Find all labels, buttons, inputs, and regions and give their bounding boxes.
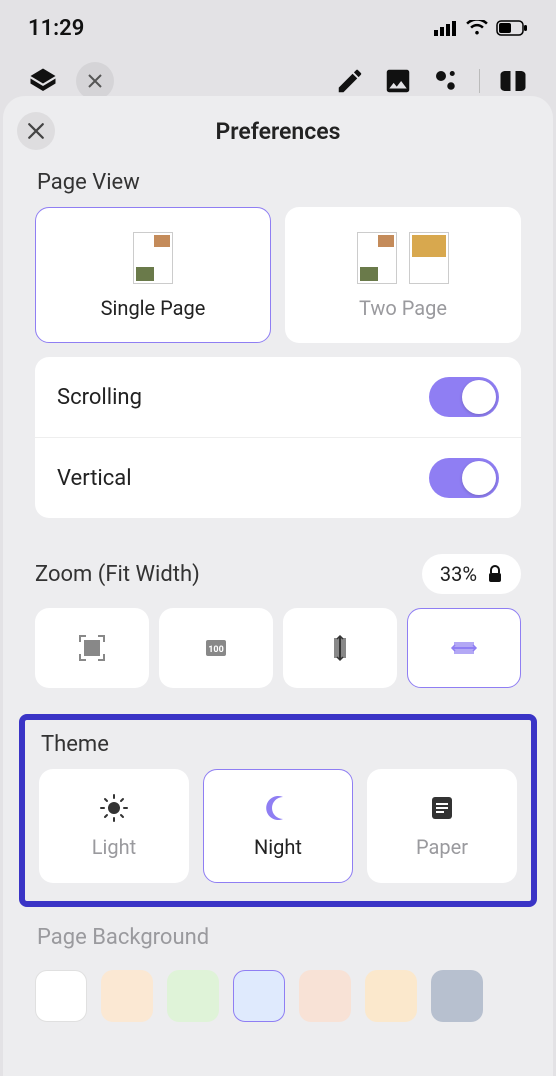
status-icons: [434, 20, 528, 36]
bg-swatch[interactable]: [299, 970, 351, 1022]
pageview-option-label: Single Page: [101, 296, 206, 320]
svg-text:100: 100: [208, 645, 224, 655]
zoom-value-pill[interactable]: 33%: [422, 554, 521, 594]
sparkle-icon: [431, 66, 461, 96]
zoom-actual-size[interactable]: 100: [159, 608, 273, 688]
sheet-title: Preferences: [216, 118, 341, 145]
wifi-icon: [466, 20, 488, 36]
bg-swatch[interactable]: [35, 970, 87, 1022]
scrolling-label: Scrolling: [57, 385, 142, 410]
read-mode-icon: [498, 66, 528, 96]
zoom-fit-width[interactable]: [407, 608, 521, 688]
clock: 11:29: [28, 16, 84, 41]
fit-page-icon: [76, 632, 108, 664]
layers-icon: [28, 66, 58, 96]
theme-light[interactable]: Light: [39, 769, 189, 883]
pageview-option-label: Two Page: [359, 296, 447, 320]
bg-swatch[interactable]: [431, 970, 483, 1022]
zoom-label: Zoom (Fit Width): [35, 562, 200, 587]
pageview-single-page[interactable]: Single Page: [35, 207, 271, 343]
status-bar: 11:29: [0, 0, 556, 56]
zoom-fit-height[interactable]: [283, 608, 397, 688]
battery-icon: [496, 20, 528, 36]
pageview-toggles: Scrolling Vertical: [35, 357, 521, 518]
close-button[interactable]: [17, 112, 55, 150]
single-page-thumb: [123, 230, 183, 286]
theme-paper[interactable]: Paper: [367, 769, 517, 883]
zoom-fit-page[interactable]: [35, 608, 149, 688]
lock-icon: [487, 565, 503, 583]
sun-icon: [99, 793, 129, 823]
pageview-two-page[interactable]: Two Page: [285, 207, 521, 343]
theme-highlight-box: Theme Light Night Paper: [19, 714, 537, 907]
scroll-icon: [427, 793, 457, 823]
fit-height-icon: [324, 632, 356, 664]
image-add-icon: [383, 66, 413, 96]
vertical-toggle[interactable]: [429, 458, 499, 498]
background-label: Page Background: [3, 907, 553, 962]
cellular-icon: [434, 20, 458, 36]
close-grey-icon: [76, 62, 114, 100]
theme-label: Theme: [39, 728, 517, 769]
theme-option-label: Paper: [416, 835, 468, 859]
pageview-label: Page View: [3, 166, 553, 207]
vertical-row: Vertical: [35, 437, 521, 518]
moon-icon: [263, 793, 293, 823]
bg-swatch[interactable]: [365, 970, 417, 1022]
theme-night[interactable]: Night: [203, 769, 353, 883]
scrolling-toggle[interactable]: [429, 377, 499, 417]
close-icon: [27, 122, 45, 140]
zoom-value: 33%: [440, 562, 477, 586]
pencil-icon: [335, 66, 365, 96]
two-page-thumb: [355, 230, 451, 286]
preferences-sheet: Preferences Page View Single Page Two Pa…: [3, 96, 553, 1076]
actual-size-icon: 100: [200, 632, 232, 664]
scrolling-row: Scrolling: [35, 357, 521, 437]
background-swatches: [3, 962, 553, 1030]
fit-width-icon: [448, 632, 480, 664]
bg-swatch[interactable]: [101, 970, 153, 1022]
bg-swatch[interactable]: [233, 970, 285, 1022]
theme-option-label: Light: [92, 835, 136, 859]
bg-swatch[interactable]: [167, 970, 219, 1022]
vertical-label: Vertical: [57, 466, 132, 491]
theme-option-label: Night: [254, 835, 302, 859]
